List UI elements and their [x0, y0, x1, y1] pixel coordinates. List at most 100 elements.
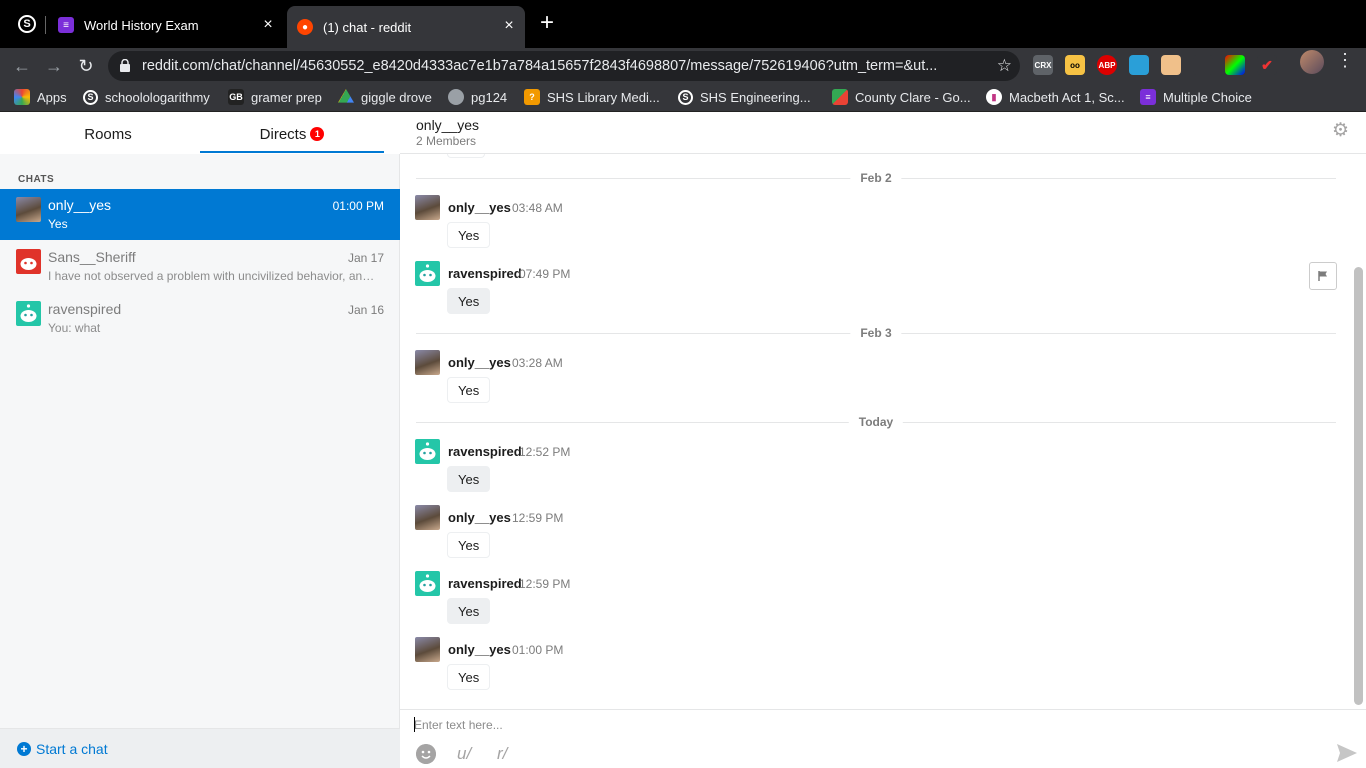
message-time: 12:59 PM — [512, 511, 564, 525]
bookmark-apps[interactable]: Apps — [14, 87, 67, 107]
avatar[interactable] — [415, 350, 440, 375]
tab-world-history-exam[interactable]: ≡ World History Exam × — [50, 8, 284, 42]
chat-name: Sans__Sheriff — [48, 249, 136, 265]
start-chat-label: Start a chat — [36, 741, 108, 757]
message-time: 12:52 PM — [519, 445, 571, 459]
adblock-extension-icon[interactable]: ABP — [1097, 55, 1117, 75]
back-button[interactable]: ← — [10, 54, 34, 78]
bookmark-multiple-choice[interactable]: ≡ Multiple Choice — [1140, 87, 1252, 107]
color-extension-icon[interactable] — [1225, 55, 1245, 75]
date-label: Today — [848, 415, 904, 429]
message-time: 03:28 AM — [512, 356, 563, 370]
date-separator: Feb 2 — [416, 171, 1336, 185]
chat-time: 01:00 PM — [332, 199, 384, 213]
bookmark-label: County Clare - Go... — [855, 89, 971, 105]
avatar[interactable] — [415, 571, 440, 596]
conversation-header: only__yes 2 Members ⚙ — [400, 112, 1366, 154]
bookmark-label: SHS Library Medi... — [547, 89, 660, 105]
avatar[interactable] — [415, 195, 440, 220]
chat-preview: I have not observed a problem with unciv… — [48, 269, 378, 283]
bookmark-shs-library[interactable]: ? SHS Library Medi... — [524, 87, 660, 107]
bookmark-pg124[interactable]: pg124 — [448, 87, 507, 107]
chat-item-sans-sheriff[interactable]: Sans__Sheriff I have not observed a prob… — [0, 241, 400, 292]
bookmark-county-clare[interactable]: County Clare - Go... — [832, 87, 971, 107]
date-label: Feb 2 — [850, 171, 902, 185]
send-icon[interactable] — [1336, 742, 1358, 764]
message-input[interactable] — [414, 715, 1314, 735]
scrollbar-thumb[interactable] — [1354, 267, 1363, 705]
reload-button[interactable]: ↻ — [74, 54, 98, 78]
bookmarks-bar: Apps S schoolologarithmy GB gramer prep … — [0, 84, 1366, 112]
plus-icon: + — [17, 742, 31, 756]
message-author[interactable]: only__yes — [448, 642, 511, 657]
browser-menu-icon[interactable]: ⋮ — [1336, 50, 1354, 71]
message-author[interactable]: ravenspired — [448, 444, 522, 459]
eyes-extension-icon[interactable]: oo — [1065, 55, 1085, 75]
close-icon[interactable]: × — [260, 17, 276, 33]
avatar — [16, 301, 41, 326]
conversation-pane: only__yes 2 Members ⚙ Feb 2 only__yes 03… — [400, 112, 1366, 768]
user-mention-button[interactable]: u/ — [457, 744, 471, 764]
bookmark-shs-engineering[interactable]: S SHS Engineering... — [678, 87, 811, 107]
message-author[interactable]: only__yes — [448, 355, 511, 370]
message-author[interactable]: only__yes — [448, 200, 511, 215]
face-extension-icon[interactable] — [1161, 55, 1181, 75]
tab-title: World History Exam — [84, 17, 199, 33]
bookmark-schoology[interactable]: S schoolologarithmy — [83, 87, 210, 107]
tab-rooms[interactable]: Rooms — [16, 112, 200, 154]
avatar[interactable] — [415, 637, 440, 662]
bookmark-gramer-prep[interactable]: GB gramer prep — [228, 87, 322, 107]
message-time: 03:48 AM — [512, 201, 563, 215]
message-item: ravenspired 07:49 PM Yes — [415, 261, 1335, 321]
message-bubble: Yes — [447, 466, 491, 492]
chat-item-ravenspired[interactable]: ravenspired You: what Jan 16 — [0, 293, 400, 344]
bookmark-star-icon[interactable]: ☆ — [997, 51, 1012, 81]
chat-name: ravenspired — [48, 301, 122, 317]
tab-separator — [45, 16, 46, 34]
avatar[interactable] — [415, 505, 440, 530]
browser-avatar[interactable] — [1300, 50, 1324, 74]
chat-item-only-yes[interactable]: only__yes Yes 01:00 PM — [0, 189, 400, 240]
forward-button[interactable]: → — [42, 54, 66, 78]
edpuzzle-extension-icon[interactable] — [1129, 55, 1149, 75]
tab-reddit-chat[interactable]: ● (1) chat - reddit × — [287, 6, 525, 48]
new-tab-button[interactable]: + — [537, 11, 557, 35]
url-text: reddit.com/chat/channel/45630552_e8420d4… — [142, 58, 938, 74]
subreddit-mention-button[interactable]: r/ — [497, 744, 507, 764]
schoology-icon: S — [678, 89, 693, 105]
reddit-chat-app: Rooms Directs 1 CHATS only__yes Yes 01:00… — [0, 112, 1366, 768]
tab-directs[interactable]: Directs 1 — [200, 112, 384, 153]
message-author[interactable]: ravenspired — [448, 266, 522, 281]
schoology-icon: S — [83, 89, 98, 105]
profile-icon[interactable]: S — [18, 15, 36, 33]
forms-icon: ≡ — [58, 17, 74, 33]
message-list: Feb 2 only__yes 03:48 AM Yes ravenspired… — [400, 154, 1352, 709]
gear-icon[interactable]: ⚙ — [1332, 121, 1350, 140]
check-extension-icon[interactable]: ✔ — [1257, 55, 1277, 75]
message-item: only__yes 01:00 PM Yes — [415, 637, 1335, 697]
text-caret — [414, 717, 415, 732]
sidebar-tabs: Rooms Directs 1 — [0, 112, 400, 154]
avatar[interactable] — [415, 261, 440, 286]
crx-extension-icon[interactable]: CRX — [1033, 55, 1053, 75]
chats-section-label: CHATS — [18, 174, 55, 185]
avatar[interactable] — [415, 439, 440, 464]
emoji-icon[interactable] — [416, 744, 436, 764]
bookmark-macbeth[interactable]: ▮ Macbeth Act 1, Sc... — [986, 87, 1125, 107]
chat-sidebar: Rooms Directs 1 CHATS only__yes Yes 01:00… — [0, 112, 400, 768]
member-count[interactable]: 2 Members — [416, 134, 476, 148]
reddit-icon: ● — [297, 19, 313, 35]
tab-label: Directs — [259, 126, 307, 143]
start-chat-button[interactable]: + Start a chat — [17, 741, 108, 757]
bookmark-giggle-drove[interactable]: giggle drove — [338, 87, 432, 107]
drive-icon — [338, 89, 354, 103]
blank-extension-icon[interactable] — [1193, 55, 1213, 75]
lock-icon — [120, 59, 130, 72]
close-icon[interactable]: × — [501, 18, 517, 34]
chat-time: Jan 16 — [347, 303, 384, 317]
message-author[interactable]: ravenspired — [448, 576, 522, 591]
message-author[interactable]: only__yes — [448, 510, 511, 525]
address-bar[interactable]: reddit.com/chat/channel/45630552_e8420d4… — [108, 51, 1020, 81]
chat-preview: You: what — [48, 321, 101, 335]
gbi-icon: GB — [228, 89, 244, 105]
